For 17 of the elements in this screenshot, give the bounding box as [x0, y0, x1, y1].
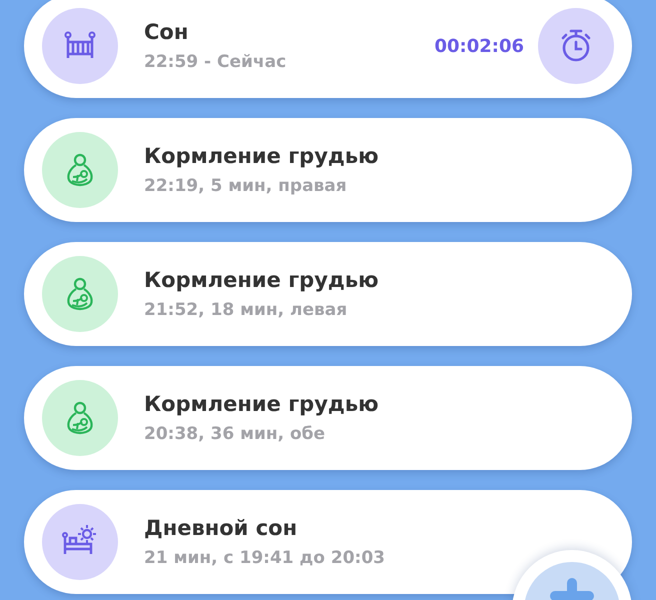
elapsed-time: 00:02:06	[434, 36, 524, 56]
activity-title: Дневной сон	[144, 516, 298, 540]
plus-icon	[550, 578, 594, 600]
activity-card[interactable]: Кормление грудью 20:38, 36 мин, обе	[24, 366, 632, 470]
activity-card[interactable]: Сон 22:59 - Сейчас 00:02:06	[24, 0, 632, 98]
activity-details: 22:59 - Сейчас	[144, 52, 288, 72]
activity-card[interactable]: Дневной сон 21 мин, с 19:41 до 20:03	[24, 490, 632, 594]
activity-title: Кормление грудью	[144, 144, 380, 168]
activity-details: 21:52, 18 мин, левая	[144, 300, 348, 320]
activity-title: Кормление грудью	[144, 392, 380, 416]
activity-card[interactable]: Кормление грудью 22:19, 5 мин, правая	[24, 118, 632, 222]
activity-details: 22:19, 5 мин, правая	[144, 176, 348, 196]
activity-title: Кормление грудью	[144, 268, 380, 292]
activity-details: 21 мин, с 19:41 до 20:03	[144, 548, 386, 568]
activity-card[interactable]: Кормление грудью 21:52, 18 мин, левая	[24, 242, 632, 346]
activity-details: 20:38, 36 мин, обе	[144, 424, 326, 444]
activity-title: Сон	[144, 20, 190, 44]
